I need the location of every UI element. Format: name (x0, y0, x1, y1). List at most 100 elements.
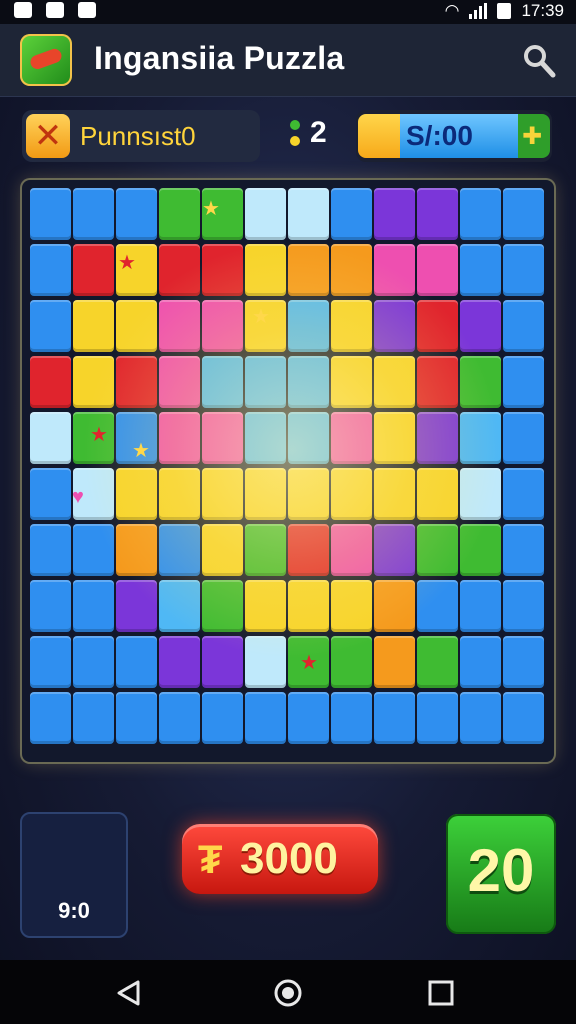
board-tile[interactable] (417, 412, 458, 464)
recents-icon[interactable] (426, 978, 456, 1008)
board-tile[interactable] (288, 244, 329, 296)
board-tile[interactable] (503, 188, 544, 240)
board-tile[interactable] (73, 244, 114, 296)
board-tile[interactable] (116, 692, 157, 744)
board-tile[interactable] (73, 356, 114, 408)
board-tile[interactable] (503, 692, 544, 744)
board-tile[interactable] (245, 356, 286, 408)
board-tile[interactable] (245, 244, 286, 296)
board-tile[interactable] (374, 468, 415, 520)
board-tile[interactable] (202, 468, 243, 520)
board-tile[interactable] (159, 468, 200, 520)
board-tile[interactable] (460, 580, 501, 632)
board-tile[interactable] (245, 636, 286, 688)
board-tile[interactable] (73, 580, 114, 632)
board-tile[interactable] (503, 468, 544, 520)
board-tile[interactable] (331, 244, 372, 296)
board-tile[interactable] (417, 356, 458, 408)
board-tile[interactable] (374, 300, 415, 352)
board-tile[interactable] (417, 580, 458, 632)
board-tile[interactable] (331, 692, 372, 744)
back-icon[interactable] (114, 978, 144, 1008)
board-tile[interactable] (30, 580, 71, 632)
board-tile[interactable] (73, 188, 114, 240)
board-tile[interactable] (202, 300, 243, 352)
board-tile[interactable] (202, 244, 243, 296)
board-tile[interactable] (245, 692, 286, 744)
board-tile[interactable] (374, 244, 415, 296)
board-tile[interactable] (288, 580, 329, 632)
board-tile[interactable] (30, 300, 71, 352)
board-tile[interactable] (288, 692, 329, 744)
board-tile[interactable] (503, 356, 544, 408)
board-tile[interactable] (116, 356, 157, 408)
board-tile[interactable] (374, 356, 415, 408)
hold-box[interactable]: 9:0 (20, 812, 128, 938)
board-tile[interactable] (73, 524, 114, 576)
board-tile[interactable] (116, 468, 157, 520)
board-tile[interactable] (417, 524, 458, 576)
board-tile[interactable] (374, 412, 415, 464)
board-tile[interactable] (331, 468, 372, 520)
board-tile[interactable] (202, 580, 243, 632)
board-tile[interactable] (331, 300, 372, 352)
board-tile[interactable] (374, 188, 415, 240)
board-tile[interactable] (30, 524, 71, 576)
board-tile[interactable] (245, 524, 286, 576)
board-tile[interactable] (460, 524, 501, 576)
board-tile[interactable] (503, 300, 544, 352)
board-tile[interactable] (331, 356, 372, 408)
board-tile[interactable] (288, 300, 329, 352)
game-logo-icon[interactable] (20, 34, 72, 86)
board-tile[interactable] (73, 300, 114, 352)
board-tile[interactable] (331, 412, 372, 464)
board-tile[interactable] (417, 244, 458, 296)
board-tile[interactable] (159, 356, 200, 408)
board-tile[interactable] (460, 692, 501, 744)
board-tile[interactable] (202, 636, 243, 688)
board-tile[interactable] (331, 636, 372, 688)
board-tile[interactable] (417, 468, 458, 520)
board-tile[interactable] (331, 188, 372, 240)
board-tile[interactable] (116, 300, 157, 352)
board-tile[interactable] (417, 188, 458, 240)
board-tile[interactable] (503, 244, 544, 296)
board-tile[interactable] (245, 412, 286, 464)
board-tile[interactable] (460, 468, 501, 520)
board-tile[interactable] (116, 524, 157, 576)
board-tile[interactable] (30, 244, 71, 296)
search-icon[interactable] (520, 42, 558, 80)
board-tile[interactable] (288, 524, 329, 576)
board-tile[interactable] (30, 188, 71, 240)
board-tile[interactable] (30, 636, 71, 688)
board-tile[interactable] (460, 412, 501, 464)
board-tile[interactable] (202, 356, 243, 408)
level-button[interactable]: 20 (446, 814, 556, 934)
board-tile[interactable] (202, 692, 243, 744)
board-tile[interactable] (417, 636, 458, 688)
board-tile[interactable] (73, 636, 114, 688)
board-tile[interactable] (245, 580, 286, 632)
board-tile[interactable] (331, 524, 372, 576)
board-tile[interactable] (159, 300, 200, 352)
board-tile[interactable] (460, 300, 501, 352)
board-tile[interactable] (116, 188, 157, 240)
board-tile[interactable] (288, 412, 329, 464)
board-tile[interactable] (202, 524, 243, 576)
board-tile[interactable] (159, 412, 200, 464)
board-tile[interactable] (245, 188, 286, 240)
board-tile[interactable] (30, 356, 71, 408)
board-tile[interactable] (503, 580, 544, 632)
board-tile[interactable] (116, 636, 157, 688)
board-tile[interactable] (460, 356, 501, 408)
board-tile[interactable] (331, 580, 372, 632)
board-tile[interactable] (159, 580, 200, 632)
board-tile[interactable] (503, 636, 544, 688)
board-tile[interactable] (288, 356, 329, 408)
board-tile[interactable] (460, 244, 501, 296)
board-tile[interactable] (159, 524, 200, 576)
board-tile[interactable] (245, 468, 286, 520)
board-tile[interactable] (73, 692, 114, 744)
close-icon[interactable]: ✕ (26, 114, 70, 158)
board-tile[interactable] (374, 524, 415, 576)
